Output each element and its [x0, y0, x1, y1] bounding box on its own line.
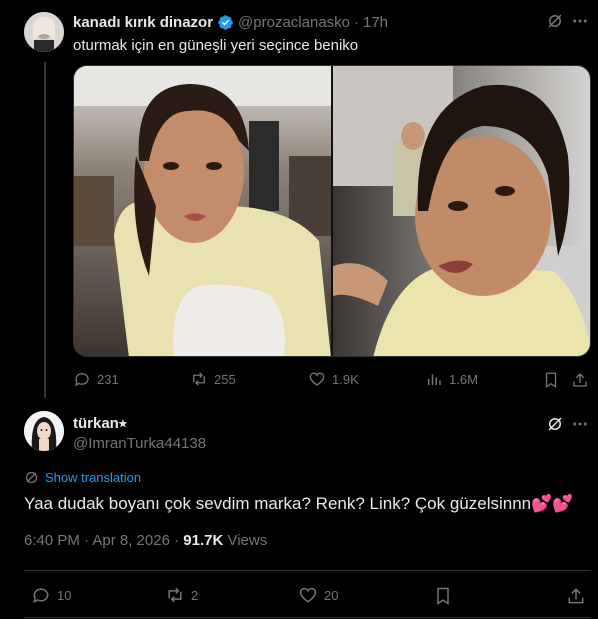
reply-repost-button[interactable]: 2 — [165, 585, 198, 605]
reply-views-count: 91.7K — [183, 532, 224, 549]
reply-date[interactable]: 6:40 PM · Apr 8, 2026 · — [24, 532, 183, 549]
reply-views-label: Views — [223, 532, 268, 549]
reply-meta: 6:40 PM · Apr 8, 2026 · 91.7K Views — [24, 532, 267, 549]
reply-reply-button[interactable]: 10 — [31, 585, 71, 605]
tweet-media-grid[interactable] — [73, 65, 591, 357]
reply-like-count: 20 — [324, 587, 339, 603]
share-icon[interactable] — [570, 370, 590, 390]
thread-connector-line — [44, 62, 46, 398]
more-icon[interactable] — [570, 414, 590, 434]
like-count: 1.9K — [332, 371, 359, 387]
avatar-original-author[interactable] — [24, 12, 64, 52]
repost-button[interactable]: 255 — [190, 370, 236, 388]
reply-repost-count: 2 — [191, 587, 199, 603]
original-display-name[interactable]: kanadı kırık dinazor — [73, 14, 213, 31]
globe-icon — [25, 471, 38, 484]
reply-button[interactable]: 231 — [73, 370, 119, 388]
original-handle[interactable]: @prozaclanasko — [238, 14, 350, 31]
tweet-photo-right[interactable] — [333, 66, 590, 356]
verified-icon — [217, 14, 234, 31]
show-translation-link[interactable]: Show translation — [24, 470, 141, 485]
divider-bottom — [24, 617, 591, 618]
reply-tweet-text: Yaa dudak boyanı çok sevdim marka? Renk?… — [24, 494, 574, 513]
divider-top — [24, 570, 591, 571]
views-count: 1.6M — [449, 371, 478, 387]
reply-handle[interactable]: @ImranTurka44138 — [73, 435, 206, 452]
original-timestamp[interactable]: 17h — [363, 14, 388, 31]
reply-display-name[interactable]: türkan⭒ — [73, 415, 127, 432]
like-button[interactable]: 1.9K — [308, 370, 359, 388]
repost-count: 255 — [214, 371, 236, 387]
bookmark-icon[interactable] — [541, 370, 561, 390]
separator-dot: · — [354, 13, 359, 31]
grok-icon[interactable] — [545, 11, 565, 31]
more-icon[interactable] — [570, 11, 590, 31]
reply-count: 231 — [97, 371, 119, 387]
views-button[interactable]: 1.6M — [425, 370, 478, 388]
tweet-photo-left[interactable] — [74, 66, 331, 356]
show-translation-label[interactable]: Show translation — [45, 470, 141, 485]
original-tweet-text: oturmak için en güneşli yeri seçince ben… — [73, 37, 359, 54]
avatar-reply-author[interactable] — [24, 411, 64, 451]
bookmark-icon[interactable] — [432, 585, 454, 607]
reply-reply-count: 10 — [57, 587, 72, 603]
share-icon[interactable] — [565, 585, 587, 607]
grok-icon[interactable] — [545, 414, 565, 434]
reply-like-button[interactable]: 20 — [298, 585, 338, 605]
